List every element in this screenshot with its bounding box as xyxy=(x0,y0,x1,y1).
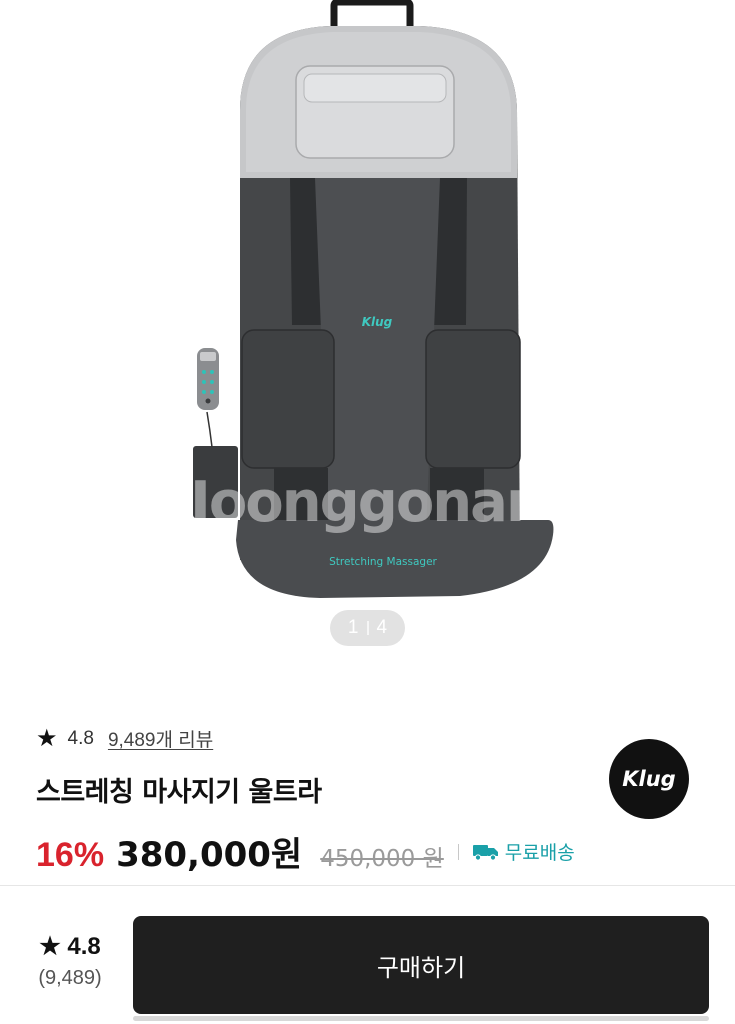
product-title: 스트레칭 마사지기 울트라 xyxy=(36,777,322,808)
pager-separator xyxy=(366,621,369,635)
pager-current: 1 xyxy=(347,617,359,638)
divider xyxy=(457,843,459,860)
shipping-info: 무료배송 xyxy=(472,838,575,865)
bottom-divider xyxy=(0,885,735,886)
brand-logo[interactable]: Klug xyxy=(609,739,689,819)
discount-rate: 16% xyxy=(36,836,105,874)
reviews-link[interactable]: 9,489개 리뷰 xyxy=(108,725,213,752)
bottom-rating: ★ 4.8 (9,489) xyxy=(30,932,110,990)
truck-icon xyxy=(472,844,498,861)
product-image-carousel[interactable]: Klug Stretching Massager Joonggonara 1 4 xyxy=(0,0,735,665)
buy-button[interactable]: 구매하기 xyxy=(133,916,709,1014)
product-image: Klug Stretching Massager xyxy=(193,0,554,598)
rating-score: 4.8 xyxy=(67,727,94,749)
bottom-rating-score: ★ 4.8 xyxy=(39,933,101,960)
seat-print-text: Stretching Massager xyxy=(329,556,437,568)
original-price: 450,000 원 xyxy=(320,846,444,872)
product-info: ★ 4.8 9,489개 리뷰 스트레칭 마사지기 울트라 Klug 16% 3… xyxy=(0,665,735,885)
home-indicator xyxy=(133,1016,709,1021)
price-row: 16% 380,000원 450,000 원 무료배송 xyxy=(36,827,575,876)
star-icon: ★ xyxy=(36,724,58,752)
shipping-label: 무료배송 xyxy=(504,842,575,864)
sale-price: 380,000원 xyxy=(116,835,303,875)
pager-total: 4 xyxy=(376,617,388,638)
bottom-review-count: (9,489) xyxy=(38,967,102,989)
rating-row: ★ 4.8 9,489개 리뷰 xyxy=(36,725,213,752)
brand-print: Klug xyxy=(362,315,393,329)
image-pager: 1 4 xyxy=(330,610,405,646)
